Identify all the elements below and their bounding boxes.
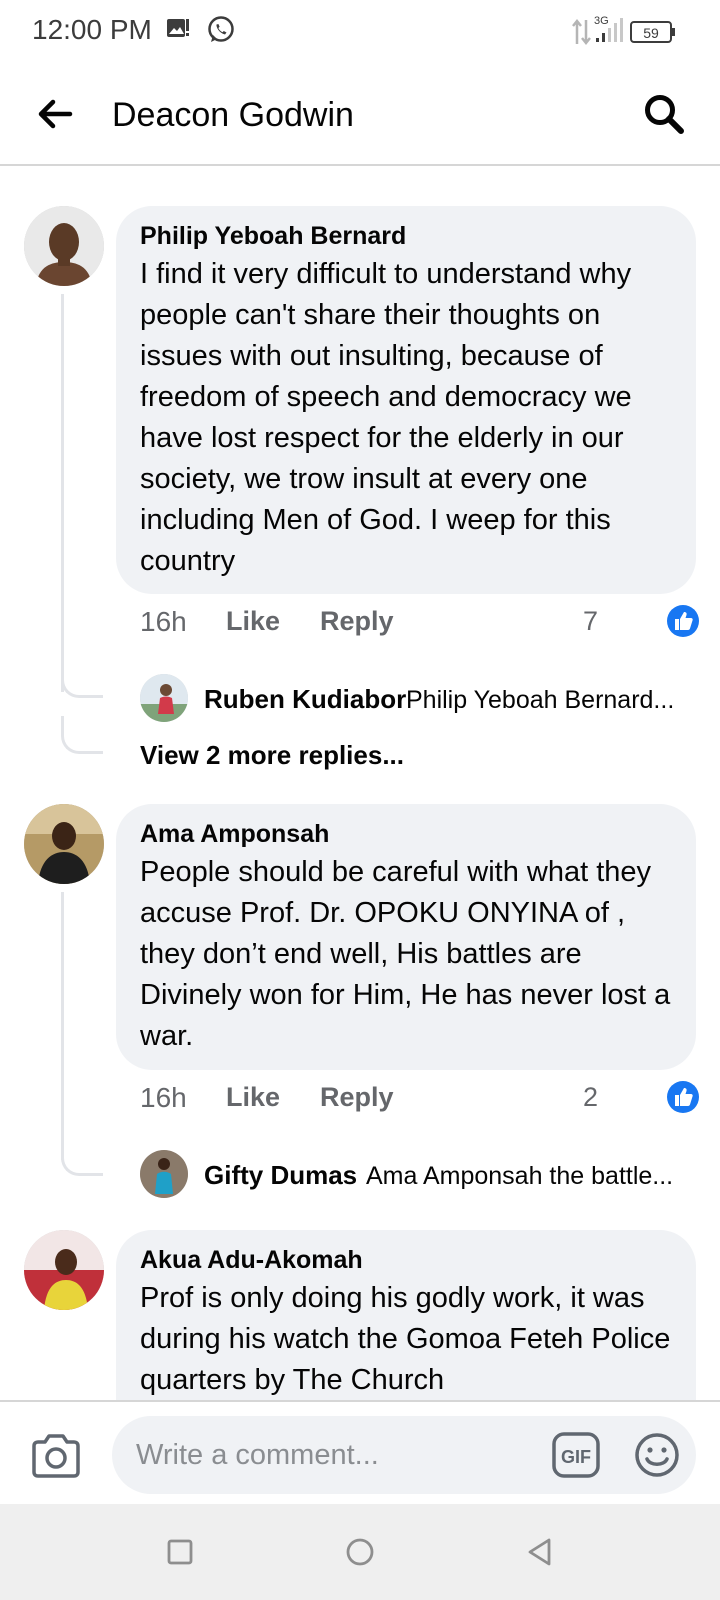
comment-text: Prof is only doing his godly work, it wa… — [140, 1282, 671, 1396]
emoji-icon[interactable] — [634, 1432, 680, 1478]
thread-connector — [61, 716, 103, 754]
comment-composer: GIF — [0, 1400, 720, 1504]
app-header: Deacon Godwin — [0, 64, 720, 166]
reply-preview[interactable]: Ruben Kudiabor Philip Yeboah Bernard... — [140, 674, 700, 722]
comment-time: 16h — [140, 1082, 187, 1113]
like-button[interactable]: Like — [226, 606, 280, 637]
reply-preview[interactable]: Gifty Dumas Ama Amponsah the battle... — [140, 1150, 700, 1198]
battery-level: 59 — [643, 25, 659, 41]
avatar[interactable] — [24, 1230, 104, 1310]
reply-text: Ama Amponsah the battle... — [366, 1162, 674, 1190]
comment-input[interactable] — [112, 1416, 696, 1494]
thread-connector — [61, 660, 103, 698]
search-icon[interactable] — [642, 92, 686, 136]
home-icon[interactable] — [342, 1534, 378, 1570]
like-button[interactable]: Like — [226, 1082, 280, 1113]
comment-text: People should be careful with what they … — [140, 856, 671, 1052]
network-type-label: 3G — [594, 15, 609, 27]
back-arrow-icon[interactable] — [34, 94, 74, 134]
whatsapp-icon — [208, 16, 234, 42]
gif-icon[interactable]: GIF — [552, 1432, 600, 1478]
page-title: Deacon Godwin — [112, 96, 354, 134]
back-triangle-icon[interactable] — [522, 1534, 558, 1570]
status-bar: 12:00 PM 3G 59 — [0, 0, 720, 64]
comment-bubble[interactable]: Philip Yeboah Bernard I find it very dif… — [116, 206, 696, 594]
thread-line — [61, 294, 64, 692]
reply-button[interactable]: Reply — [320, 606, 394, 637]
reaction-count: 7 — [582, 606, 598, 636]
reply-avatar[interactable] — [140, 674, 188, 722]
comment-time: 16h — [140, 606, 187, 637]
thread-connector — [61, 1138, 103, 1176]
like-reaction-icon — [667, 1081, 699, 1113]
comment-bubble[interactable]: Ama Amponsah People should be careful wi… — [116, 804, 696, 1070]
gallery-notification-icon — [167, 19, 189, 37]
reply-text: Philip Yeboah Bernard... — [406, 686, 675, 714]
avatar[interactable] — [24, 804, 104, 884]
comment-author[interactable]: Akua Adu-Akomah — [140, 1244, 672, 1276]
camera-icon[interactable] — [30, 1432, 82, 1480]
data-arrows-icon — [572, 18, 591, 46]
signal-icon: 3G — [594, 15, 623, 42]
thread-line — [61, 892, 64, 1160]
status-time: 12:00 PM — [32, 14, 152, 45]
gif-label: GIF — [561, 1447, 591, 1467]
battery-icon: 59 — [630, 21, 675, 43]
reply-author[interactable]: Gifty Dumas — [204, 1160, 357, 1191]
comment-author[interactable]: Ama Amponsah — [140, 818, 672, 850]
comment-text: I find it very difficult to understand w… — [140, 258, 632, 577]
reply-button[interactable]: Reply — [320, 1082, 394, 1113]
avatar[interactable] — [24, 206, 104, 286]
view-more-replies-link[interactable]: View 2 more replies... — [140, 740, 404, 771]
recent-apps-icon[interactable] — [162, 1534, 198, 1570]
system-nav-bar — [0, 1504, 720, 1600]
like-reaction-icon — [667, 605, 699, 637]
comment-author[interactable]: Philip Yeboah Bernard — [140, 220, 672, 252]
reaction-count: 2 — [582, 1082, 598, 1112]
reply-author[interactable]: Ruben Kudiabor — [204, 684, 406, 715]
reply-avatar[interactable] — [140, 1150, 188, 1198]
